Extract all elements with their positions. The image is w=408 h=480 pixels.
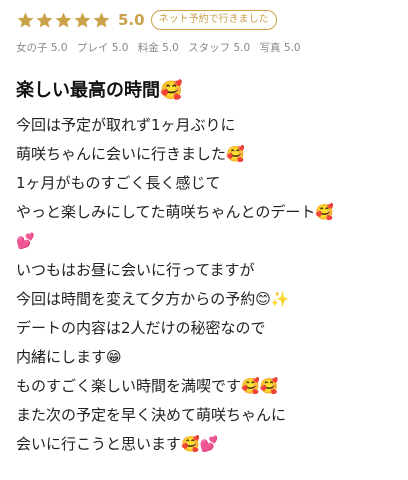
sub-rating-girl: 女の子 5.0: [16, 42, 68, 54]
sub-rating-photo: 写真 5.0: [259, 42, 301, 54]
rating-row: 5.0 ネット予約で行きました: [16, 8, 277, 32]
star-icon: [54, 11, 73, 30]
sub-ratings: 女の子 5.0 プレイ 5.0 料金 5.0 スタッフ 5.0 写真 5.0: [16, 40, 307, 55]
star-icon: [16, 11, 35, 30]
review-line: やっと楽しみにしてた萌咲ちゃんとのデート🥰: [16, 203, 335, 221]
review-title: 楽しい最高の時間🥰: [16, 80, 183, 101]
review-line: 今回は時間を変えて夕方からの予約😊✨: [16, 290, 290, 308]
review-line: いつもはお昼に会いに行ってますが: [16, 261, 255, 279]
review-line: 会いに行こうと思います🥰💕: [16, 435, 219, 453]
rating-score: 5.0: [118, 11, 145, 29]
review-line: ものすごく楽しい時間を満喫です🥰🥰: [16, 377, 279, 395]
star-rating: [16, 11, 111, 30]
review-body: 今回は予定が取れず1ヶ月ぶりに 萌咲ちゃんに会いに行きました🥰 1ヶ月がものすご…: [16, 111, 400, 459]
review-line: 内緒にします😁: [16, 348, 122, 366]
sub-rating-staff: スタッフ 5.0: [188, 42, 251, 54]
reservation-badge: ネット予約で行きました: [150, 10, 277, 30]
review-line: デートの内容は2人だけの秘密なので: [16, 319, 266, 337]
star-icon: [35, 11, 54, 30]
review-line: 💕: [16, 232, 35, 250]
review-line: 今回は予定が取れず1ヶ月ぶりに: [16, 116, 236, 134]
review-line: 1ヶ月がものすごく長く感じて: [16, 174, 221, 192]
review-line: 萌咲ちゃんに会いに行きました🥰: [16, 145, 245, 163]
sub-rating-price: 料金 5.0: [137, 42, 179, 54]
star-icon: [73, 11, 92, 30]
star-icon: [92, 11, 111, 30]
sub-rating-play: プレイ 5.0: [76, 42, 129, 54]
review-line: また次の予定を早く決めて萌咲ちゃんに: [16, 406, 287, 424]
